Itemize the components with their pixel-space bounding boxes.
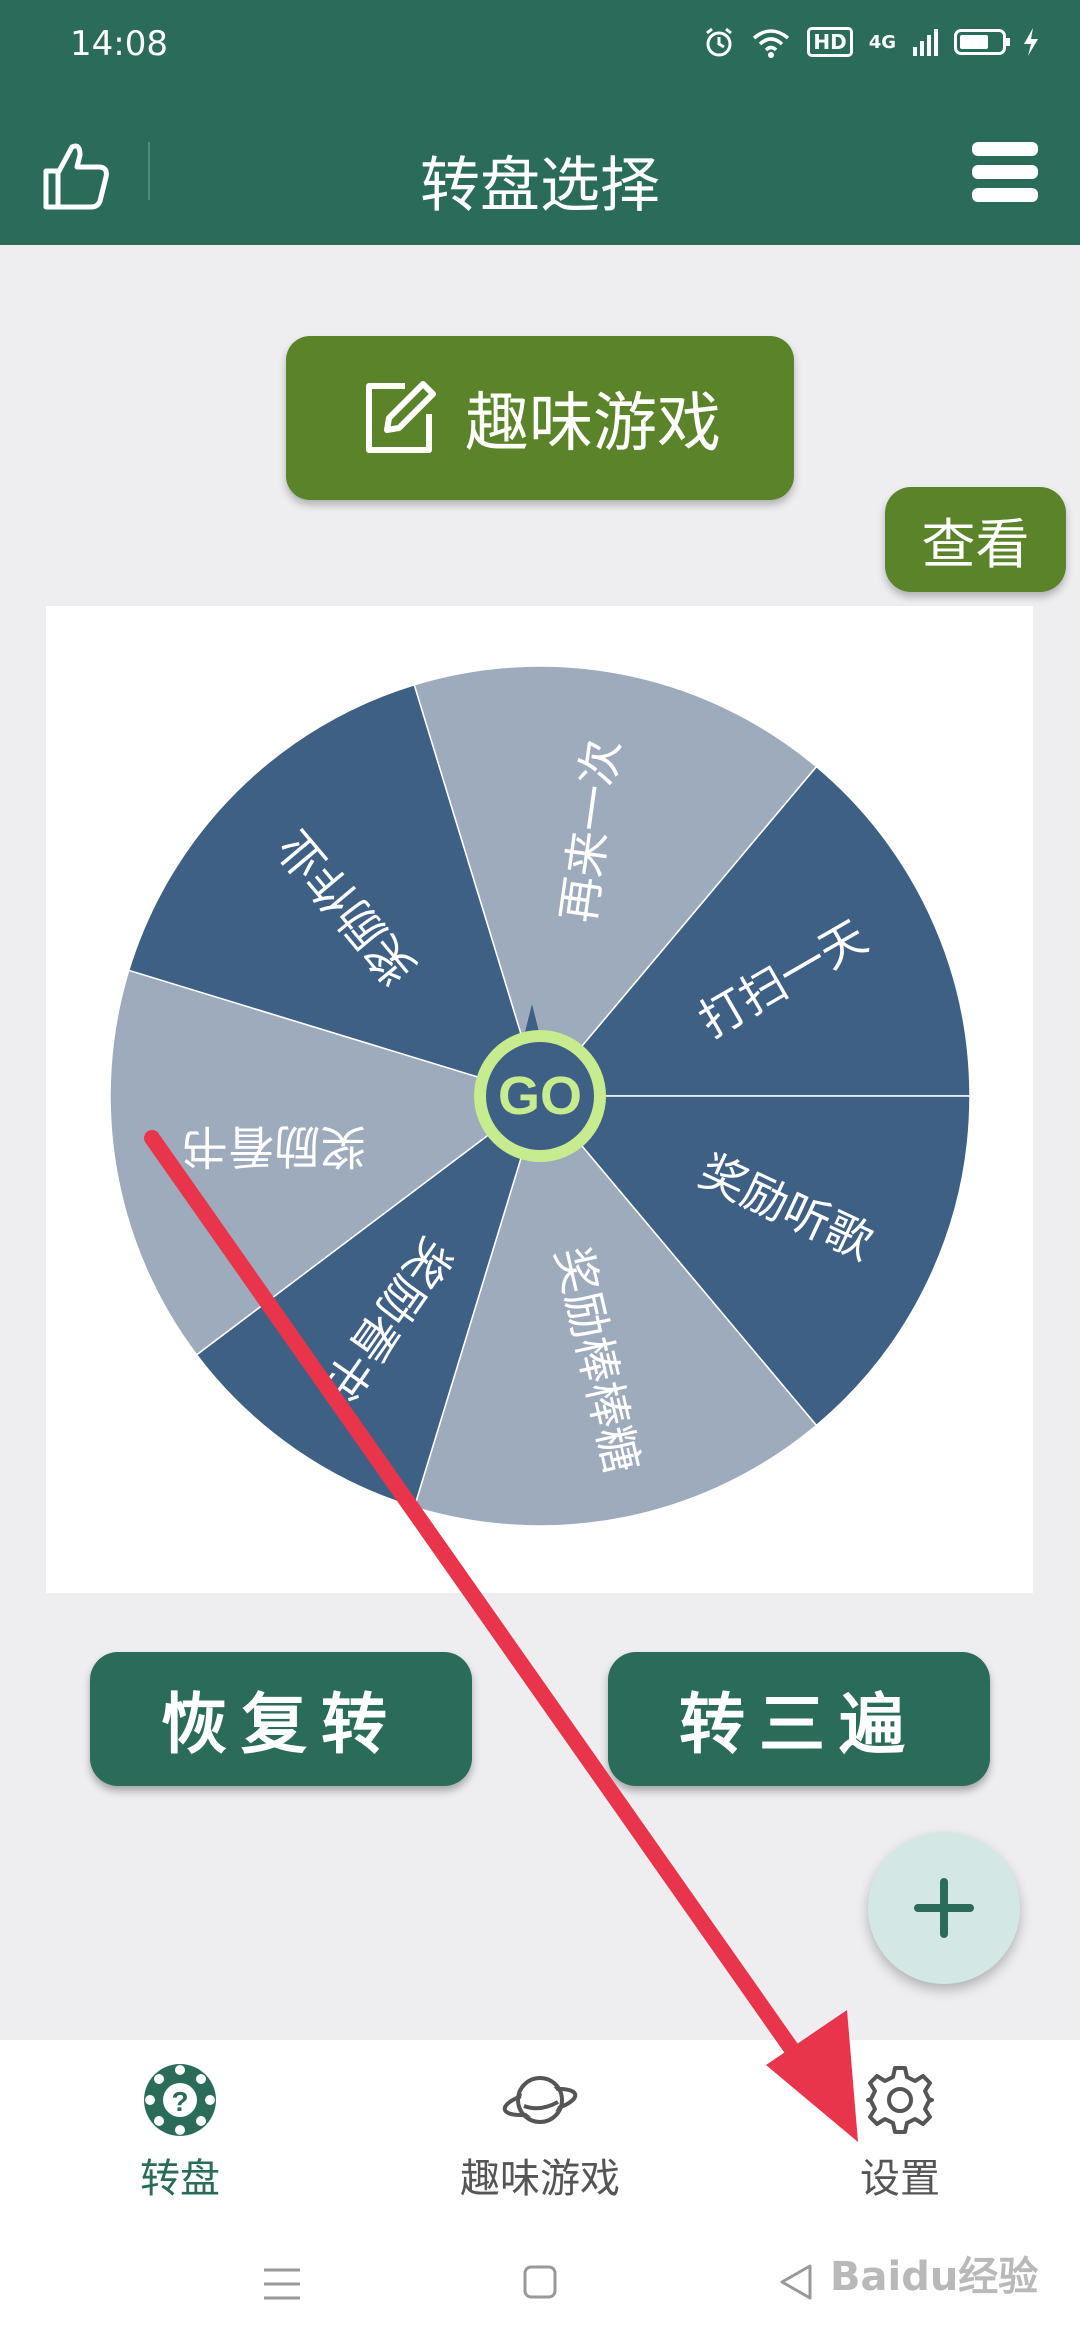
network-type: 4G (868, 31, 896, 53)
page-title: 转盘选择 (420, 151, 660, 221)
category-button[interactable]: 趣味游戏 (286, 336, 794, 500)
view-button[interactable]: 查看 (885, 487, 1066, 592)
nav-item-settings[interactable]: 设置 (770, 2062, 1030, 2204)
watermark: Baidu经验 (830, 2254, 1039, 2300)
view-label: 查看 (921, 513, 1030, 576)
restore-label: 恢复转 (161, 1686, 401, 1763)
hd-badge: HD (807, 27, 853, 57)
signal-icon (913, 29, 938, 56)
menu-button[interactable] (972, 142, 1038, 202)
back-icon[interactable] (778, 2262, 814, 2302)
gear-icon (866, 2066, 934, 2134)
spin-wheel[interactable]: 打扫一天奖励听歌奖励棒棒糖奖励看书奖励看书奖励作业 再来一次 GO (46, 606, 1033, 1593)
add-fab[interactable] (868, 1832, 1020, 1984)
planet-icon (502, 2076, 578, 2124)
home-icon[interactable] (522, 2264, 558, 2300)
wheel-panel: 打扫一天 奖励听歌 奖励棒棒糖 奖励看书 奖励看书 奖励作业 再来一次 GO (46, 606, 1033, 1593)
spin-three-times-button[interactable]: 转三遍 (608, 1652, 990, 1786)
charging-icon (1024, 28, 1038, 56)
nav-item-wheel[interactable]: ? 转盘 (50, 2062, 310, 2204)
wheel-segment-label: 奖励看书 (182, 1119, 366, 1173)
nav-label-settings: 设置 (860, 2156, 940, 2202)
edit-icon (366, 381, 436, 453)
app-header: 14:08 HD 4G 转盘选择 (0, 0, 1080, 245)
recents-icon[interactable] (262, 2266, 302, 2302)
status-icons: HD 4G (703, 26, 1040, 58)
menu-icon-bar (972, 188, 1038, 202)
restore-spin-button[interactable]: 恢复转 (90, 1652, 472, 1786)
status-time: 14:08 (70, 24, 168, 64)
go-label: GO (498, 1066, 582, 1126)
category-label: 趣味游戏 (465, 387, 721, 461)
nav-label-wheel: 转盘 (140, 2156, 220, 2202)
spin-three-label: 转三遍 (679, 1686, 919, 1763)
menu-icon-bar (972, 142, 1038, 156)
nav-item-games[interactable]: 趣味游戏 (410, 2062, 670, 2204)
wheel-icon: ? (144, 2064, 216, 2136)
battery-icon (954, 29, 1010, 55)
menu-icon-bar (972, 165, 1038, 179)
wifi-icon (753, 29, 790, 58)
plus-icon (914, 1878, 974, 1938)
nav-label-games: 趣味游戏 (460, 2156, 620, 2202)
alarm-icon (706, 27, 733, 57)
svg-text:?: ? (171, 2086, 188, 2117)
